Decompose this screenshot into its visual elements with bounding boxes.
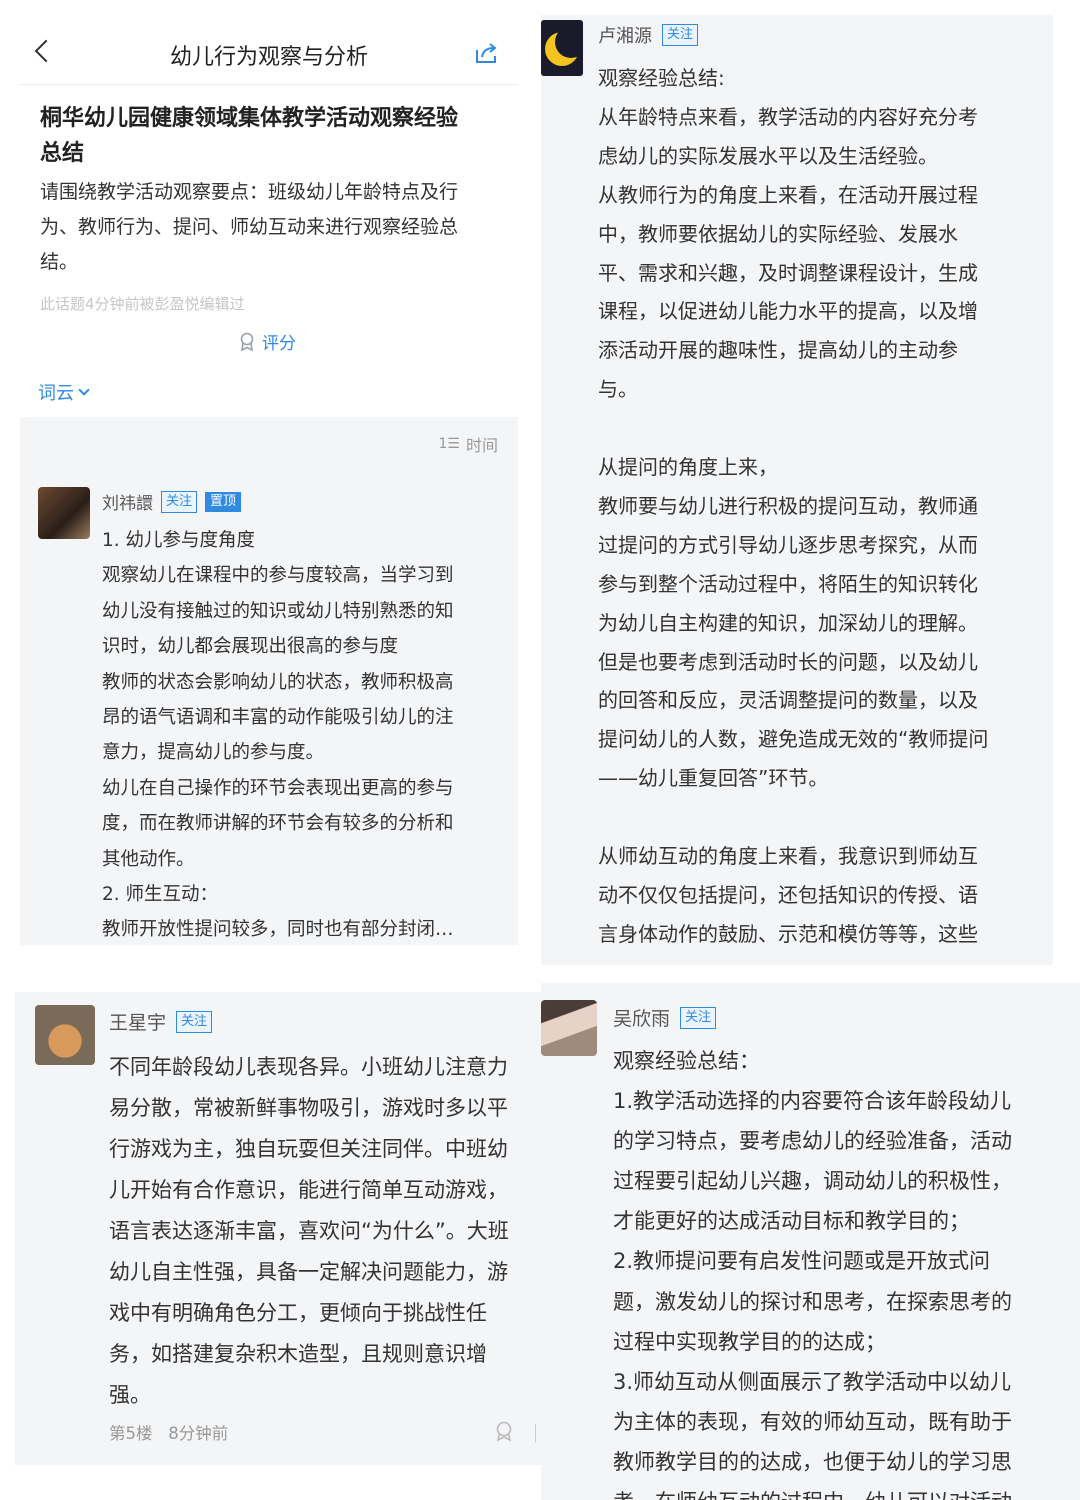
edit-note: 此话题4分钟前被彭盈悦编辑过 <box>40 295 245 313</box>
follow-button[interactable]: 关注 <box>680 1006 717 1029</box>
comment-body[interactable]: 观察经验总结： 1.教学活动选择的内容要符合该年龄段幼儿 的学习特点，要考虑幼儿… <box>613 1041 1068 1500</box>
comment-meta: 第5楼 8分钟前 <box>109 1420 228 1444</box>
divider <box>535 1424 536 1442</box>
page-title: 幼儿行为观察与分析 <box>169 45 368 70</box>
follow-button[interactable]: 关注 <box>176 1010 213 1033</box>
chevron-down-icon <box>78 384 90 396</box>
follow-button[interactable]: 关注 <box>662 24 699 46</box>
sort-button[interactable]: 1☰ 时间 <box>439 432 498 456</box>
author-name[interactable]: 卢湘源 <box>598 22 652 48</box>
author-name[interactable]: 刘祎譞 <box>102 489 153 514</box>
sort-list-icon: 1☰ <box>438 436 460 452</box>
author-name[interactable]: 吴欣雨 <box>613 1004 670 1031</box>
comment-author-row: 卢湘源 关注 <box>598 22 699 48</box>
comment-body[interactable]: 不同年龄段幼儿表现各异。小班幼儿注意力 易分散，常被新鲜事物吸引，游戏时多以平 … <box>109 1047 542 1416</box>
nav-bar: 幼儿行为观察与分析 <box>20 15 518 85</box>
avatar[interactable] <box>541 20 583 76</box>
comments-area: 1☰ 时间 刘祎譞 关注 置顶 1. 幼儿参与度角度 观察幼儿在课程中的参与度较… <box>20 417 518 945</box>
score-button[interactable]: 评分 <box>238 329 296 354</box>
comment-card: 卢湘源 关注 观察经验总结: 从年龄特点来看，教学活动的内容好充分考 虑幼儿的实… <box>541 15 1053 965</box>
share-icon[interactable] <box>474 41 500 65</box>
topic-title: 桐华幼儿园健康领域集体教学活动观察经验 总结 <box>40 106 459 166</box>
comment-body[interactable]: 1. 幼儿参与度角度 观察幼儿在课程中的参与度较高，当学习到 幼儿没有接触过的知… <box>102 523 497 945</box>
avatar[interactable] <box>541 1000 597 1056</box>
comment-author-row: 刘祎譞 关注 置顶 <box>102 489 242 514</box>
award-icon <box>240 332 254 351</box>
follow-button[interactable]: 关注 <box>161 490 198 513</box>
comment-author-row: 王星宇 关注 <box>109 1008 213 1035</box>
topic-description: 请围绕教学活动观察要点：班级幼儿年龄特点及行 为、教师行为、提问、师幼互动来进行… <box>40 181 459 273</box>
topic-panel: 幼儿行为观察与分析 桐华幼儿园健康领域集体教学活动观察经验 总结 请围绕教学活动… <box>20 15 518 945</box>
author-name[interactable]: 王星宇 <box>109 1008 166 1035</box>
avatar[interactable] <box>35 1005 95 1065</box>
avatar[interactable] <box>38 487 90 539</box>
score-label: 评分 <box>262 334 296 354</box>
comment-body[interactable]: 观察经验总结: 从年龄特点来看，教学活动的内容好充分考 虑幼儿的实际发展水平以及… <box>598 59 1043 954</box>
comment-author-row: 吴欣雨 关注 <box>613 1004 717 1031</box>
word-cloud-dropdown[interactable]: 词云 <box>38 379 90 405</box>
pinned-badge: 置顶 <box>205 491 242 512</box>
like-icon[interactable] <box>493 1420 515 1442</box>
word-cloud-label: 词云 <box>38 383 74 404</box>
comment-card: 王星宇 关注 不同年龄段幼儿表现各异。小班幼儿注意力 易分散，常被新鲜事物吸引，… <box>15 992 542 1465</box>
comment-card: 吴欣雨 关注 观察经验总结： 1.教学活动选择的内容要符合该年龄段幼儿 的学习特… <box>541 983 1080 1500</box>
sort-label: 时间 <box>465 436 498 455</box>
timestamp: 8分钟前 <box>168 1424 229 1443</box>
floor-number: 第5楼 <box>109 1424 153 1443</box>
